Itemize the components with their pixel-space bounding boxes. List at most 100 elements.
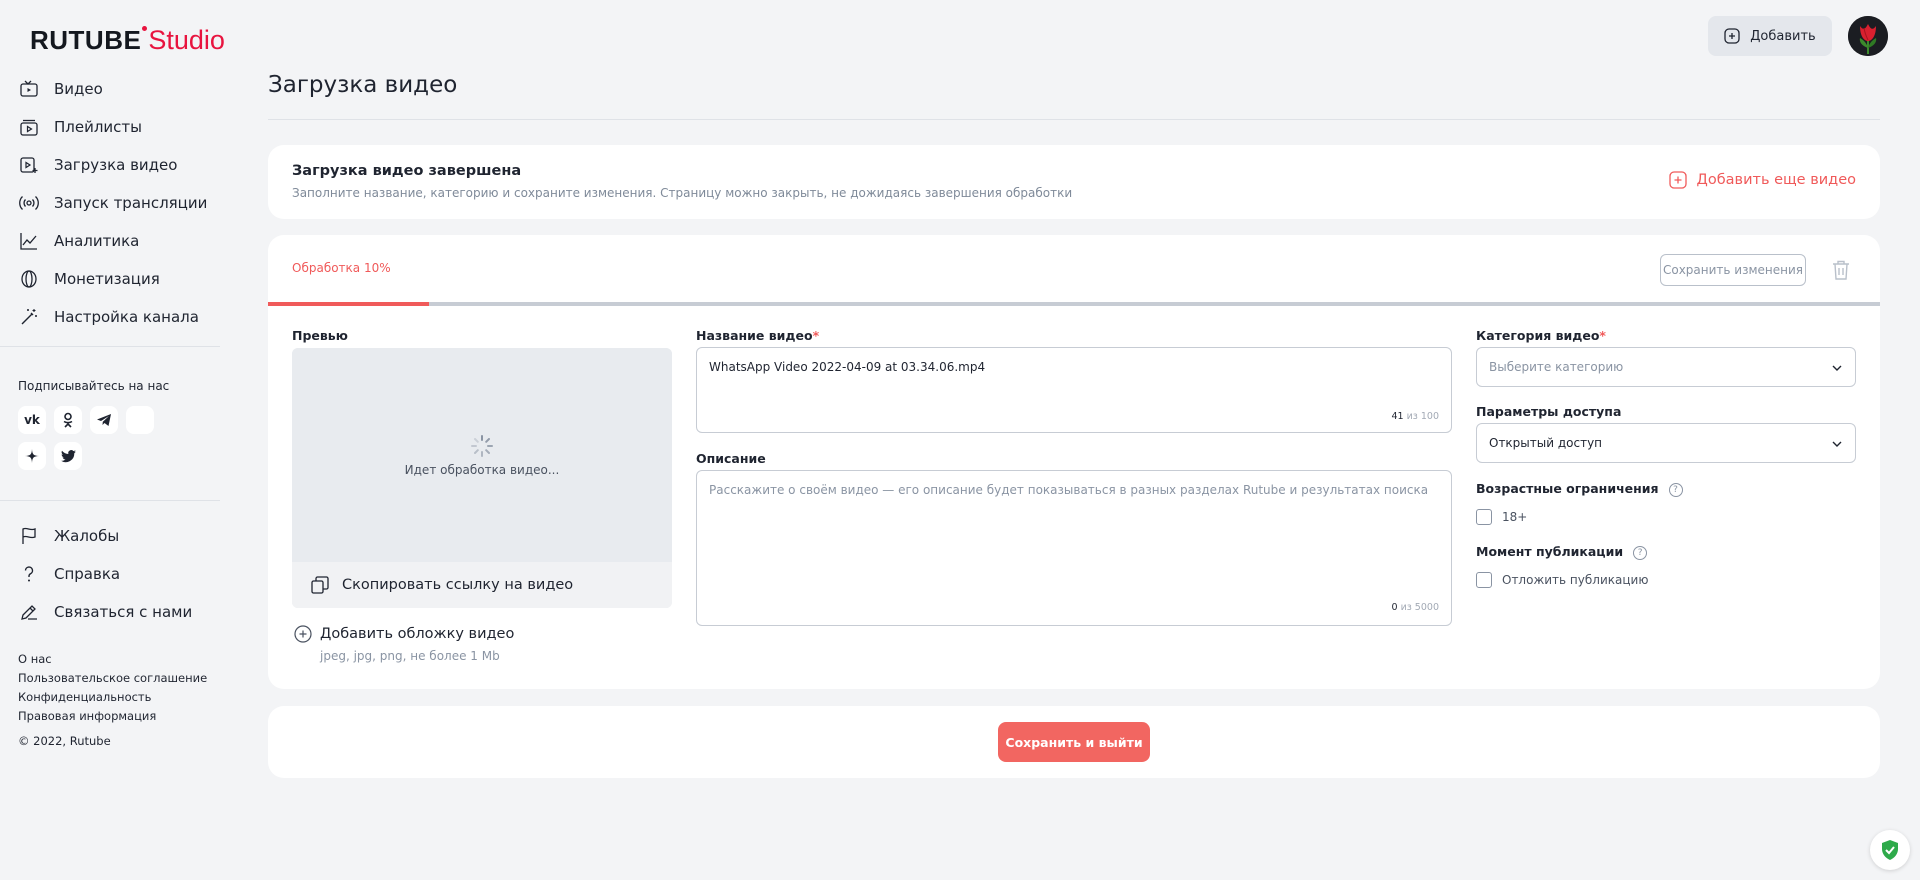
title-char-counter: 41 из 100 [1391,411,1439,422]
loading-spinner-icon [471,435,493,457]
magic-wand-icon [18,306,40,328]
logo-studio-text: Studio [148,25,225,55]
save-changes-button[interactable]: Сохранить изменения [1660,254,1806,286]
sidebar-item-video[interactable]: Видео [18,70,207,108]
add-button[interactable]: Добавить [1708,16,1832,56]
blank-icon[interactable] [126,406,154,434]
video-icon [18,78,40,100]
sidebar-item-monetization[interactable]: Монетизация [18,260,207,298]
security-shield-icon[interactable] [1870,830,1910,870]
access-label: Параметры доступа [1476,404,1622,419]
help-icon[interactable]: ? [1633,545,1648,560]
sidebar-item-analytics[interactable]: Аналитика [18,222,207,260]
required-mark: * [812,328,820,343]
video-preview: Идет обработка видео... Скопировать ссыл… [292,348,672,608]
add-button-label: Добавить [1750,28,1816,44]
help-icon[interactable]: ? [1668,482,1683,497]
sidebar-item-broadcast[interactable]: Запуск трансляции [18,184,207,222]
publish-time-label: Момент публикации? [1476,544,1648,560]
copy-link-button[interactable]: Скопировать ссылку на видео [292,562,672,608]
delay-publish-checkbox[interactable] [1476,572,1492,588]
footer-link-privacy[interactable]: Конфиденциальность [18,688,207,707]
zen-icon[interactable] [18,442,46,470]
publish-time-label-text: Момент публикации [1476,544,1624,559]
sidebar-item-label: Настройка канала [54,308,199,326]
preview-status: Идет обработка видео... [404,463,560,477]
flag-icon [18,525,40,547]
social-links-row-1: vk [18,406,154,434]
category-placeholder: Выберите категорию [1489,360,1624,374]
logo-text: RUTUBE [30,25,142,55]
footer-links: О нас Пользовательское соглашение Конфид… [18,650,207,726]
description-char-max: из 5000 [1400,602,1439,613]
sidebar-item-label: Монетизация [54,270,160,288]
delay-publish-label: Отложить публикацию [1502,573,1649,587]
title-char-max: из 100 [1406,411,1439,422]
access-select[interactable]: Открытый доступ [1476,423,1856,463]
plus-square-icon [1668,171,1687,189]
save-exit-card: Сохранить и выйти [268,706,1880,778]
category-label: Категория видео* [1476,328,1606,343]
avatar[interactable] [1848,16,1888,56]
question-icon [18,563,40,585]
sidebar-divider [0,346,220,347]
age-18-checkbox[interactable] [1476,509,1492,525]
video-title-value: WhatsApp Video 2022-04-09 at 03.34.06.mp… [709,360,986,374]
preview-area: Идет обработка видео... [292,348,672,562]
footer-link-legal[interactable]: Правовая информация [18,707,207,726]
upload-icon [18,154,40,176]
video-title-label-text: Название видео [696,328,813,343]
sidebar-item-contact[interactable]: Связаться с нами [18,593,192,631]
description-placeholder: Расскажите о своём видео — его описание … [709,483,1429,497]
rutube-studio-logo[interactable]: RUTUBE Studio [30,24,225,54]
sidebar-nav: Видео Плейлисты Загрузка видео Запуск тр… [18,70,207,336]
add-cover-button[interactable]: Добавить обложку видео [294,625,514,643]
preview-label: Превью [292,328,348,343]
broadcast-icon [18,192,40,214]
twitter-icon[interactable] [54,442,82,470]
page-title: Загрузка видео [268,72,458,98]
age-18-label: 18+ [1502,510,1528,524]
logo-dot [142,26,148,31]
sidebar-item-label: Аналитика [54,232,140,250]
cover-format-hint: jpeg, jpg, png, не более 1 Mb [320,649,500,663]
follow-us-title: Подписывайтесь на нас [18,379,170,393]
sidebar-item-help[interactable]: Справка [18,555,192,593]
title-divider [268,119,1880,120]
sidebar-item-channel-settings[interactable]: Настройка канала [18,298,207,336]
sidebar-divider [0,500,220,501]
description-field[interactable]: Расскажите о своём видео — его описание … [696,470,1452,626]
sidebar-item-label: Справка [54,565,121,583]
add-more-video-button[interactable]: Добавить еще видео [1668,171,1857,189]
required-mark: * [1599,328,1606,343]
sidebar-item-label: Жалобы [54,527,120,545]
upload-complete-title: Загрузка видео завершена [292,163,522,179]
description-char-counter: 0 из 5000 [1391,602,1439,613]
add-more-video-label: Добавить еще видео [1696,172,1857,188]
category-select[interactable]: Выберите категорию [1476,347,1856,387]
sidebar-item-upload[interactable]: Загрузка видео [18,146,207,184]
upload-complete-card: Загрузка видео завершена Заполните назва… [268,145,1880,219]
chevron-down-icon [1832,365,1842,371]
trash-icon[interactable] [1831,259,1851,281]
processing-progress-bar [268,302,1880,306]
age-18-checkbox-row[interactable]: 18+ [1476,509,1527,525]
sidebar-item-playlists[interactable]: Плейлисты [18,108,207,146]
sidebar-item-complaints[interactable]: Жалобы [18,517,192,555]
processing-progress-fill [268,302,430,306]
sidebar-item-label: Связаться с нами [54,603,193,621]
video-title-field[interactable]: WhatsApp Video 2022-04-09 at 03.34.06.mp… [696,347,1452,433]
vk-icon[interactable]: vk [18,406,46,434]
sidebar-support-nav: Жалобы Справка Связаться с нами [18,517,192,631]
age-restrictions-label: Возрастные ограничения? [1476,481,1683,497]
footer-link-user-agreement[interactable]: Пользовательское соглашение [18,669,207,688]
sidebar-item-label: Загрузка видео [54,156,178,174]
footer-link-about[interactable]: О нас [18,650,207,669]
ok-icon[interactable] [54,406,82,434]
description-label: Описание [696,451,766,466]
save-and-exit-button[interactable]: Сохранить и выйти [998,722,1150,762]
telegram-icon[interactable] [90,406,118,434]
video-title-label: Название видео* [696,328,819,343]
delay-publish-checkbox-row[interactable]: Отложить публикацию [1476,572,1648,588]
age-restrictions-label-text: Возрастные ограничения [1476,481,1659,496]
